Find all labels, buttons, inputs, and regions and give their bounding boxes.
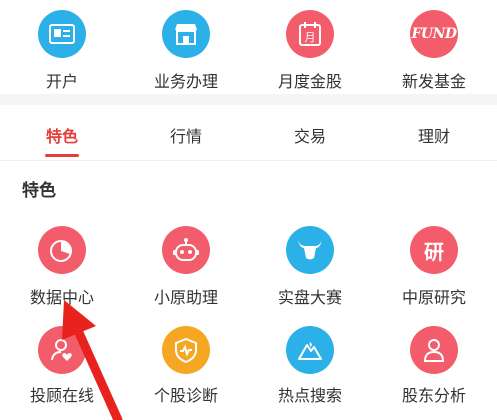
section-title: 特色 — [22, 181, 56, 201]
tab-market[interactable]: 行情 — [124, 123, 248, 147]
feature-label: 个股诊断 — [153, 386, 218, 405]
fund-logo-icon: FUND — [410, 10, 458, 58]
feature-hot-search[interactable]: 热点搜索 — [248, 322, 372, 420]
feature-stock-diagnosis[interactable]: 个股诊断 — [124, 322, 248, 420]
feature-label: 小原助理 — [153, 288, 218, 307]
menu-item-label: 业务办理 — [153, 72, 218, 91]
advisor-heart-icon — [38, 326, 86, 374]
feature-label: 中原研究 — [401, 288, 466, 307]
fund-logo-text: FUND — [411, 26, 457, 42]
section-divider — [0, 94, 497, 105]
feature-data-center[interactable]: 数据中心 — [0, 222, 124, 307]
tab-bar: 特色 行情 交易 理财 — [0, 105, 497, 161]
menu-item-new-fund[interactable]: FUND 新发基金 — [372, 0, 496, 94]
feature-shareholder-analysis[interactable]: 股东分析 — [372, 322, 496, 420]
tab-featured[interactable]: 特色 — [0, 123, 124, 147]
pie-chart-icon — [38, 226, 86, 274]
feature-advisor-online[interactable]: 投顾在线 — [0, 322, 124, 420]
tab-wealth[interactable]: 理财 — [372, 123, 496, 147]
menu-item-open-account[interactable]: 开户 — [0, 0, 124, 94]
id-card-icon — [38, 10, 86, 58]
feature-label: 热点搜索 — [277, 386, 342, 405]
feature-label: 投顾在线 — [29, 386, 94, 405]
research-icon-text: 研 — [424, 239, 444, 264]
feature-label: 实盘大赛 — [277, 288, 342, 307]
shield-pulse-icon — [162, 326, 210, 374]
research-icon: 研 — [410, 226, 458, 274]
bull-icon — [286, 226, 334, 274]
feature-research[interactable]: 研 中原研究 — [372, 222, 496, 307]
menu-item-business[interactable]: 业务办理 — [124, 0, 248, 94]
svg-text:月: 月 — [305, 31, 316, 44]
robot-face-icon — [162, 226, 210, 274]
person-icon — [410, 326, 458, 374]
feature-label: 数据中心 — [29, 288, 94, 307]
hot-mountain-icon — [286, 326, 334, 374]
active-tab-indicator — [45, 154, 79, 157]
tab-trade[interactable]: 交易 — [248, 123, 372, 147]
menu-item-label: 新发基金 — [401, 72, 466, 91]
feature-trading-contest[interactable]: 实盘大赛 — [248, 222, 372, 307]
feature-label: 股东分析 — [401, 386, 466, 405]
menu-item-label: 开户 — [45, 72, 78, 91]
calendar-icon: 月 — [286, 10, 334, 58]
menu-item-label: 月度金股 — [277, 72, 342, 91]
storefront-icon — [162, 10, 210, 58]
menu-item-monthly-stock[interactable]: 月 月度金股 — [248, 0, 372, 94]
feature-assistant[interactable]: 小原助理 — [124, 222, 248, 307]
